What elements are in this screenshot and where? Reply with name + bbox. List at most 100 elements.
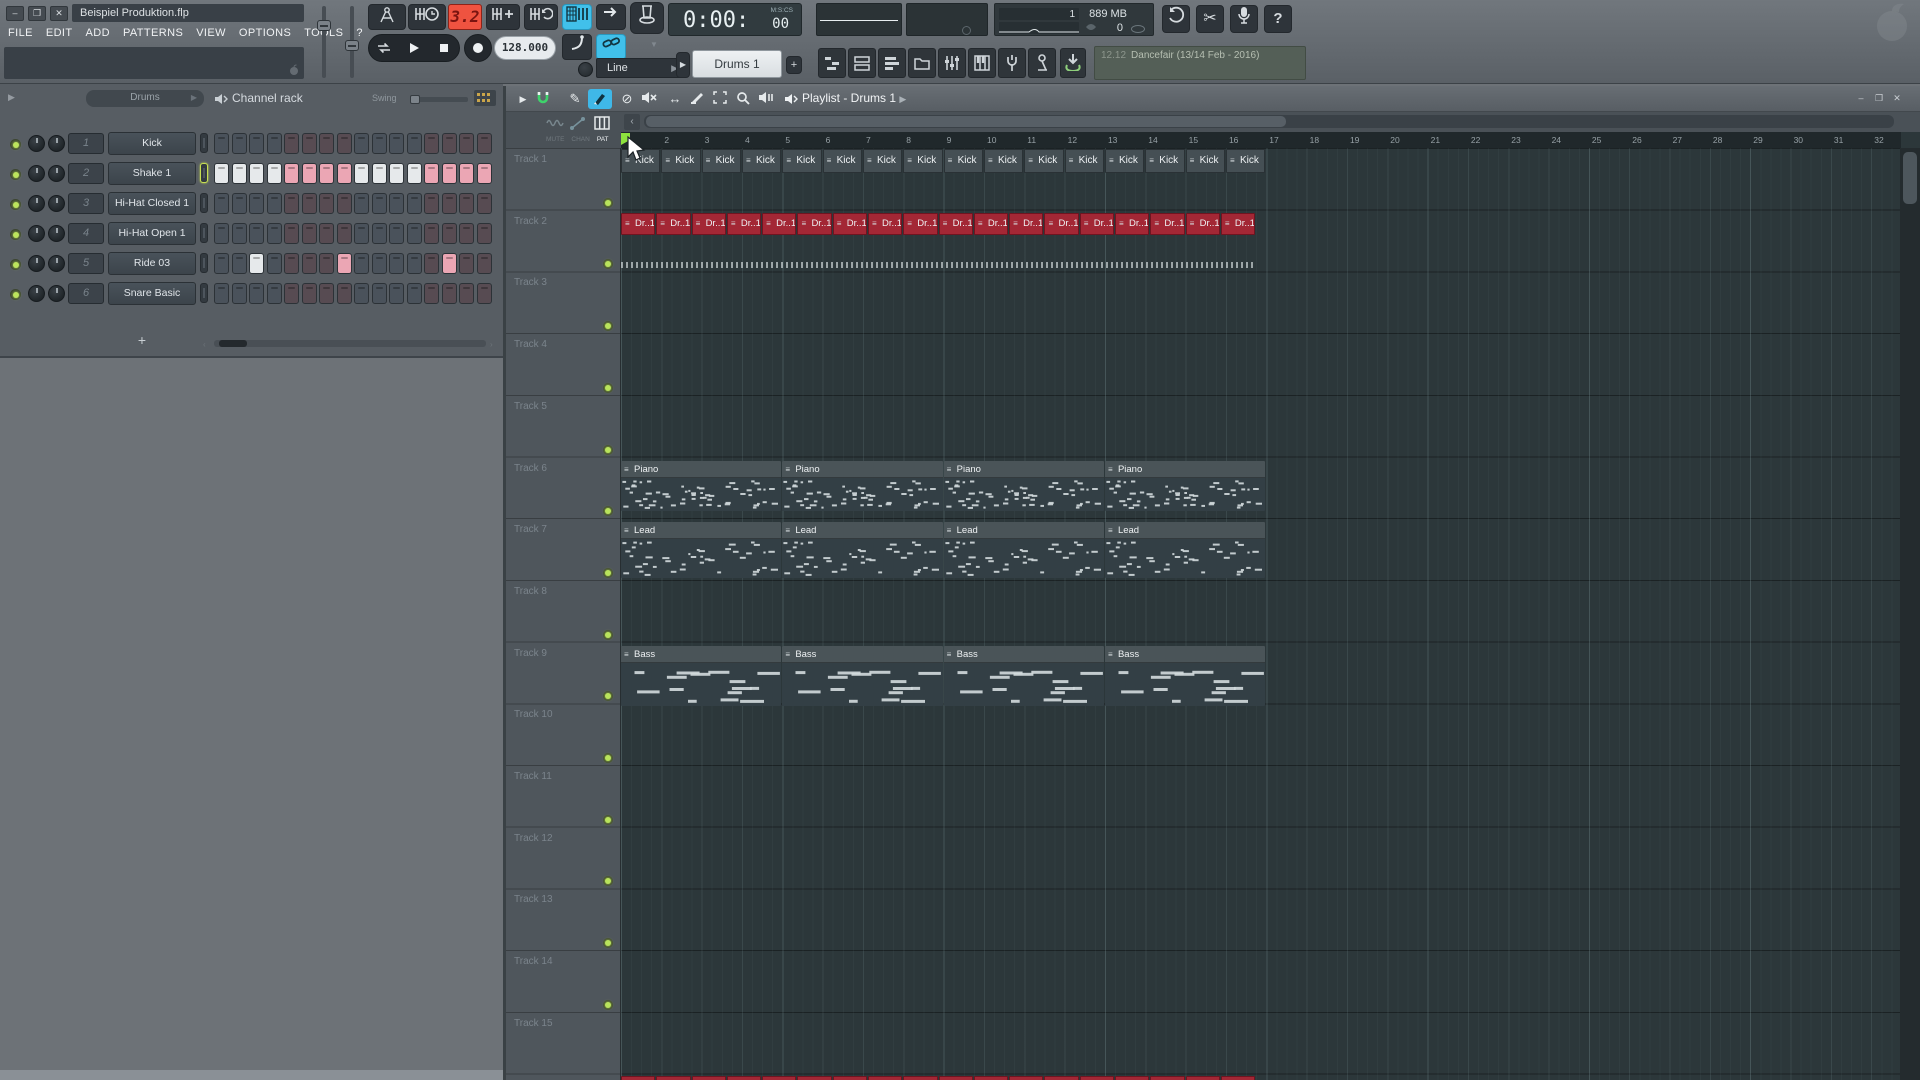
track-header-5[interactable]: Track 5 (514, 401, 547, 412)
clip-dr1-11[interactable]: ≡ Dr..1 (973, 212, 1009, 235)
step-11[interactable] (389, 133, 404, 154)
channel-volume-knob[interactable] (48, 165, 65, 182)
step-8[interactable] (336, 253, 352, 274)
step-14[interactable] (441, 283, 457, 304)
channel-pan-knob[interactable] (28, 225, 45, 242)
step-12[interactable] (406, 283, 422, 304)
step-9[interactable] (354, 193, 369, 214)
step-1[interactable] (214, 163, 229, 184)
clip-kick-4[interactable]: ≡ Kick (741, 149, 782, 173)
channel-number[interactable]: 5 (68, 253, 104, 274)
clip-kick-10[interactable]: ≡ Kick (983, 149, 1024, 173)
step-1[interactable] (214, 193, 229, 214)
channel-number[interactable]: 6 (68, 283, 104, 304)
master-volume-slider[interactable] (345, 6, 359, 78)
track-led-2[interactable] (603, 259, 613, 270)
pattern-cycle-button[interactable] (524, 4, 558, 30)
track-header-2[interactable]: Track 2 (514, 216, 547, 227)
step-7[interactable] (319, 193, 334, 214)
track-led-6[interactable] (603, 506, 613, 517)
step-14[interactable] (441, 193, 457, 214)
piano-roll-mini-icon[interactable] (594, 116, 610, 130)
clip-red-6[interactable] (797, 1075, 832, 1080)
slice-tool-button[interactable] (686, 89, 708, 109)
eye-icon[interactable] (1085, 23, 1097, 31)
step-13[interactable] (424, 193, 439, 214)
step-4[interactable] (266, 223, 282, 244)
channel-volume-knob[interactable] (48, 225, 65, 242)
step-9[interactable] (354, 283, 369, 304)
step-6[interactable] (301, 253, 317, 274)
step-14[interactable] (441, 253, 457, 274)
channel-pan-knob[interactable] (28, 285, 45, 302)
clip-red-2[interactable] (656, 1075, 691, 1080)
cloud-download-button[interactable] (1060, 48, 1086, 78)
clip-red-4[interactable] (726, 1075, 762, 1080)
oscilloscope[interactable] (816, 3, 902, 36)
step-1[interactable] (214, 283, 229, 304)
step-6[interactable] (301, 223, 317, 244)
channel-enable-led[interactable] (10, 259, 21, 270)
step-3[interactable] (249, 163, 264, 184)
clip-piano-2[interactable]: ≡ Piano (782, 460, 943, 511)
channel-volume-knob[interactable] (48, 285, 65, 302)
clip-red-14[interactable] (1079, 1075, 1115, 1080)
rack-scroll-right-icon[interactable]: › (490, 340, 493, 349)
track-header-11[interactable]: Track 11 (514, 771, 552, 782)
browser-button[interactable] (908, 48, 936, 78)
channel-number[interactable]: 2 (68, 163, 104, 184)
slip-tool-button[interactable]: ↔ (664, 89, 686, 109)
channel-name-button[interactable]: Snare Basic (108, 282, 196, 305)
clip-dr1-8[interactable]: ≡ Dr..1 (868, 212, 903, 235)
clip-red-8[interactable] (868, 1075, 903, 1080)
step-6[interactable] (301, 283, 317, 304)
step-4[interactable] (266, 283, 282, 304)
channel-enable-led[interactable] (10, 289, 21, 300)
clip-kick-5[interactable]: ≡ Kick (782, 149, 822, 173)
delete-tool-button[interactable]: ⊘ (616, 89, 638, 109)
channel-select-strip[interactable] (200, 163, 208, 183)
slide-link-icon[interactable] (570, 116, 586, 130)
clip-dr1-10[interactable]: ≡ Dr..1 (938, 212, 973, 235)
step-7[interactable] (319, 223, 334, 244)
step-5[interactable] (284, 253, 299, 274)
step-13[interactable] (424, 253, 439, 274)
step-8[interactable] (336, 283, 352, 304)
step-3[interactable] (249, 193, 264, 214)
channel-select-strip[interactable] (200, 133, 208, 153)
step-9[interactable] (354, 223, 369, 244)
channel-volume-knob[interactable] (48, 135, 65, 152)
typing-keyboard-button[interactable] (368, 4, 406, 30)
track-header-15[interactable]: Track 15 (514, 1018, 553, 1029)
step-3[interactable] (249, 223, 264, 244)
track-led-10[interactable] (603, 753, 613, 763)
draw-tool-button[interactable]: ✎ (564, 89, 586, 109)
channel-number[interactable]: 1 (68, 133, 104, 154)
plugin-button[interactable] (998, 48, 1026, 78)
step-5[interactable] (284, 133, 299, 154)
clip-lead-4[interactable]: ≡ Lead (1104, 522, 1266, 579)
clip-red-5[interactable] (762, 1075, 797, 1080)
channel-pan-knob[interactable] (28, 255, 45, 272)
piano-roll-button[interactable] (878, 48, 906, 78)
clip-kick-14[interactable]: ≡ Kick (1145, 149, 1185, 173)
clip-dr1-3[interactable]: ≡ Dr..1 (691, 212, 726, 235)
clip-kick-9[interactable]: ≡ Kick (943, 149, 983, 173)
step-7[interactable] (319, 283, 334, 304)
rack-horizontal-scrollbar[interactable] (214, 340, 486, 347)
step-10[interactable] (371, 253, 387, 274)
step-14[interactable] (441, 133, 457, 154)
step-15[interactable] (459, 133, 474, 154)
channel-select-strip[interactable] (200, 193, 208, 213)
playlist-button[interactable] (818, 48, 846, 78)
help-button[interactable]: ? (1264, 5, 1292, 33)
clip-red-16[interactable] (1150, 1075, 1185, 1080)
track-led-11[interactable] (603, 814, 613, 825)
channel-name-button[interactable]: Kick (108, 132, 196, 155)
step-9[interactable] (354, 253, 369, 274)
clip-kick-8[interactable]: ≡ Kick (903, 149, 943, 173)
clip-kick-2[interactable]: ≡ Kick (661, 149, 701, 173)
snap-selector[interactable]: Line ▶ (596, 58, 684, 78)
clip-red-15[interactable] (1115, 1075, 1150, 1080)
stop-button[interactable] (429, 35, 459, 61)
